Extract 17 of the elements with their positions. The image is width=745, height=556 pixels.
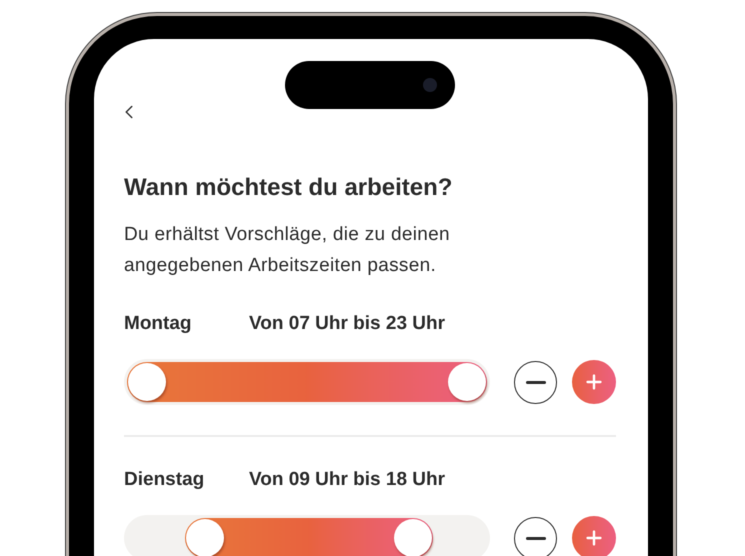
- day-label: Dienstag: [124, 468, 206, 492]
- increase-button[interactable]: [572, 360, 616, 404]
- day-label: Montag: [124, 312, 193, 336]
- slider-handle[interactable]: [448, 363, 486, 401]
- slider-handle[interactable]: [186, 519, 224, 556]
- increase-button[interactable]: [572, 516, 616, 556]
- camera-icon: [423, 78, 437, 92]
- minus-icon: [526, 380, 546, 384]
- time-range: Von 09 Uhr bis 18 Uhr: [249, 468, 446, 492]
- slider-handle[interactable]: [128, 363, 166, 401]
- decrease-button[interactable]: [514, 516, 557, 556]
- slider-handle[interactable]: [394, 519, 432, 556]
- decrease-button[interactable]: [514, 360, 557, 404]
- page-title: Wann möchtest du arbeiten?: [124, 173, 454, 203]
- time-range: Von 07 Uhr bis 23 Uhr: [249, 312, 446, 336]
- page-subtitle: Du erhältst Vorschläge, die zu deinen angegebenen Arbeitszeiten passen.: [124, 223, 451, 278]
- minus-icon: [526, 536, 546, 540]
